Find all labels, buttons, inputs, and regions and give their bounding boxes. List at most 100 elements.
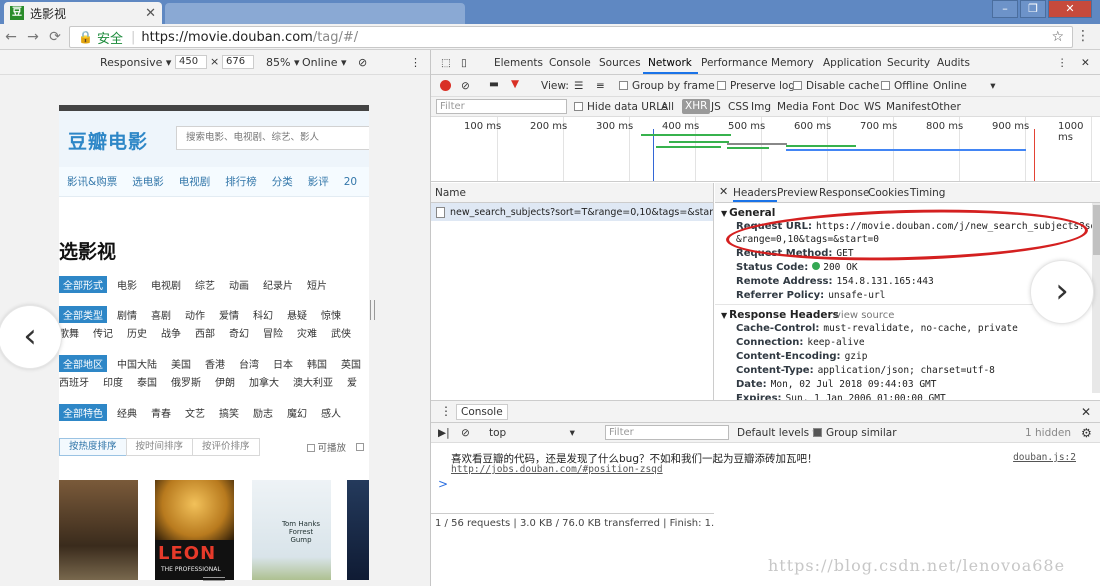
- nav-item[interactable]: 电视剧: [179, 174, 211, 189]
- record-icon[interactable]: [440, 80, 451, 91]
- nav-item[interactable]: 影评: [308, 174, 329, 189]
- console-settings-icon[interactable]: ⚙: [1081, 426, 1092, 440]
- console-sidebar-icon[interactable]: ▶|: [438, 427, 450, 439]
- console-drawer-tab[interactable]: Console: [456, 404, 508, 420]
- name-column-header[interactable]: Name: [431, 183, 713, 203]
- response-headers-toggle[interactable]: ▼ Response Headers: [721, 309, 839, 321]
- filter-option[interactable]: 武侠: [331, 325, 351, 340]
- filter-badge[interactable]: 全部地区: [59, 355, 107, 372]
- filter-option[interactable]: 爱: [347, 374, 357, 389]
- filter-option[interactable]: 歌舞: [59, 325, 79, 340]
- playable-checkbox[interactable]: 可播放: [306, 440, 346, 454]
- device-menu-icon[interactable]: ⋮: [410, 56, 421, 69]
- forward-icon[interactable]: →: [22, 29, 44, 45]
- filter-option[interactable]: 搞笑: [219, 405, 239, 420]
- filter-option[interactable]: 电影: [117, 277, 137, 292]
- hide-data-urls-checkbox[interactable]: Hide data URLs: [574, 101, 668, 113]
- filter-option[interactable]: 动作: [185, 307, 205, 322]
- restore-icon[interactable]: ❐: [1020, 0, 1046, 18]
- poster-shawshank[interactable]: [59, 480, 138, 580]
- view-source-link[interactable]: view source: [835, 310, 894, 321]
- filter-option[interactable]: 香港: [205, 356, 225, 371]
- large-rows-icon[interactable]: ☰: [574, 80, 583, 92]
- throttle-select[interactable]: Online ▾: [302, 56, 347, 69]
- filter-option[interactable]: 日本: [273, 356, 293, 371]
- filter-funnel-icon[interactable]: ▼: [511, 78, 519, 90]
- sort-hot[interactable]: 按热度排序: [59, 438, 127, 456]
- tab-timing[interactable]: Timing: [910, 187, 945, 199]
- nav-item[interactable]: 分类: [272, 174, 293, 189]
- browser-tab-active[interactable]: 豆 选影视 ✕: [4, 2, 162, 24]
- group-similar-checkbox[interactable]: Group similar: [813, 427, 897, 439]
- filter-option[interactable]: 魔幻: [287, 405, 307, 420]
- filter-option[interactable]: 感人: [321, 405, 341, 420]
- filter-img[interactable]: Img: [751, 101, 771, 113]
- sort-time[interactable]: 按时间排序: [125, 438, 194, 456]
- filter-css[interactable]: CSS: [728, 101, 749, 113]
- back-icon[interactable]: ←: [0, 29, 22, 45]
- inspect-element-icon[interactable]: ⬚: [441, 57, 451, 69]
- filter-option[interactable]: 文艺: [185, 405, 205, 420]
- filter-badge[interactable]: 全部特色: [59, 404, 107, 421]
- filter-option[interactable]: 纪录片: [263, 277, 293, 292]
- nav-item[interactable]: 排行榜: [225, 174, 257, 189]
- filter-manifest[interactable]: Manifest: [886, 101, 931, 113]
- resize-handle[interactable]: [370, 300, 375, 320]
- tab-sources[interactable]: Sources: [599, 57, 641, 69]
- filter-option[interactable]: 韩国: [307, 356, 327, 371]
- filter-option[interactable]: 美国: [171, 356, 191, 371]
- filter-option[interactable]: 爱情: [219, 307, 239, 322]
- filter-option[interactable]: 西部: [195, 325, 215, 340]
- device-toggle-icon[interactable]: ▯: [461, 57, 467, 69]
- minimize-icon[interactable]: –: [992, 0, 1018, 18]
- tab-performance[interactable]: Performance: [701, 57, 768, 69]
- drawer-close-icon[interactable]: ✕: [1081, 405, 1091, 419]
- bottom-resize-handle[interactable]: [203, 577, 225, 581]
- filter-option[interactable]: 惊悚: [321, 307, 341, 322]
- filter-option[interactable]: 喜剧: [151, 307, 171, 322]
- filter-option[interactable]: 动画: [229, 277, 249, 292]
- tab-elements[interactable]: Elements: [494, 57, 543, 69]
- poster-partial[interactable]: [347, 480, 369, 580]
- filter-option[interactable]: 奇幻: [229, 325, 249, 340]
- filter-doc[interactable]: Doc: [839, 101, 859, 113]
- filter-option[interactable]: 剧情: [117, 307, 137, 322]
- tab-headers[interactable]: Headers: [733, 187, 777, 202]
- preserve-log-checkbox[interactable]: Preserve log: [717, 80, 795, 92]
- bookmark-star-icon[interactable]: ☆: [1051, 29, 1064, 45]
- filter-option[interactable]: 励志: [253, 405, 273, 420]
- tab-memory[interactable]: Memory: [771, 57, 814, 69]
- filter-option[interactable]: 青春: [151, 405, 171, 420]
- filter-all[interactable]: All: [661, 101, 674, 113]
- filter-option[interactable]: 泰国: [137, 374, 157, 389]
- console-filter-input[interactable]: Filter: [605, 425, 729, 440]
- filter-option[interactable]: 传记: [93, 325, 113, 340]
- offline-checkbox[interactable]: Offline: [881, 80, 928, 92]
- prev-arrow-icon[interactable]: ‹: [0, 305, 62, 369]
- group-by-frame-checkbox[interactable]: Group by frame: [619, 80, 715, 92]
- filter-option[interactable]: 灾难: [297, 325, 317, 340]
- poster-leon[interactable]: LEON THE PROFESSIONAL: [155, 480, 234, 580]
- zoom-select[interactable]: 85% ▾: [266, 56, 299, 69]
- filter-option[interactable]: 澳大利亚: [293, 374, 333, 389]
- device-select[interactable]: Responsive ▾: [100, 56, 171, 69]
- throttling-select[interactable]: Online ▾: [933, 80, 996, 92]
- filter-option[interactable]: 加拿大: [249, 374, 279, 389]
- nav-item[interactable]: 20: [344, 176, 357, 188]
- nav-item[interactable]: 影讯&购票: [67, 174, 117, 189]
- viewport-height-input[interactable]: 676: [222, 55, 254, 69]
- tab-network[interactable]: Network: [648, 57, 692, 69]
- browser-tab-inactive[interactable]: [165, 3, 465, 24]
- network-filter-input[interactable]: Filter: [436, 99, 567, 114]
- rotate-icon[interactable]: ⊘: [358, 56, 367, 69]
- filter-option[interactable]: 冒险: [263, 325, 283, 340]
- screenshot-icon[interactable]: ▬: [489, 78, 499, 90]
- filter-option[interactable]: 台湾: [239, 356, 259, 371]
- filter-badge[interactable]: 全部类型: [59, 306, 107, 323]
- sort-rating[interactable]: 按评价排序: [192, 438, 260, 456]
- tab-security[interactable]: Security: [887, 57, 930, 69]
- viewport-width-input[interactable]: 450: [175, 55, 207, 69]
- general-section-toggle[interactable]: ▼ General: [721, 207, 775, 219]
- drawer-menu-icon[interactable]: ⋮: [440, 404, 452, 418]
- filter-option[interactable]: 电视剧: [151, 277, 181, 292]
